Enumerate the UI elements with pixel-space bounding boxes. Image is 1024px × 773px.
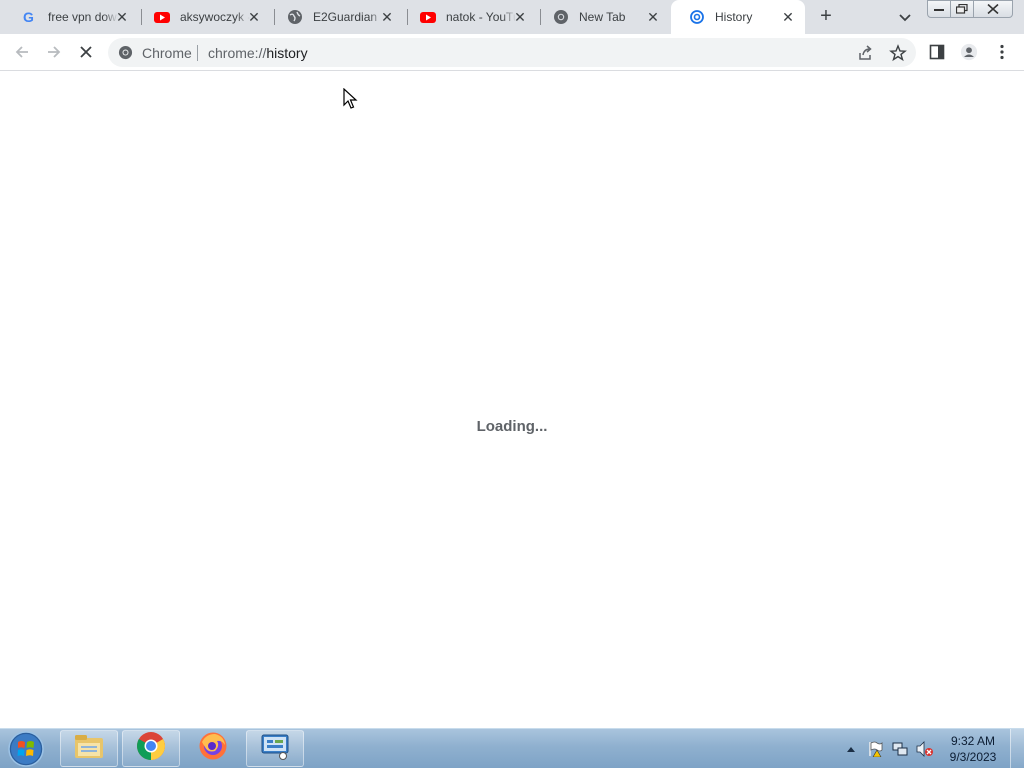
share-icon[interactable] [857, 44, 875, 62]
google-icon: G [22, 9, 38, 25]
bookmark-star-icon[interactable] [889, 44, 907, 62]
tab-history[interactable]: History ✕ [671, 0, 805, 34]
youtube-icon [154, 9, 170, 25]
minimize-button[interactable] [927, 0, 951, 18]
tab-title: History [715, 10, 753, 24]
url-text[interactable]: chrome://history [208, 45, 308, 61]
taskbar: 9:32 AM 9/3/2023 [0, 728, 1024, 769]
youtube-icon [420, 9, 436, 25]
back-button[interactable] [12, 42, 32, 62]
close-tab-icon[interactable]: ✕ [380, 10, 394, 24]
side-panel-icon[interactable] [928, 43, 946, 61]
forward-button[interactable] [44, 42, 64, 62]
firefox-icon [198, 731, 228, 766]
profile-avatar-icon[interactable] [960, 43, 978, 61]
tab-title: E2Guardian [313, 10, 378, 24]
close-tab-icon[interactable]: ✕ [781, 10, 795, 24]
close-window-button[interactable] [973, 0, 1013, 18]
taskbar-chrome[interactable] [122, 730, 180, 767]
close-tab-icon[interactable]: ✕ [646, 10, 660, 24]
tab-title: natok - YouTube [446, 10, 516, 24]
menu-kebab-icon[interactable] [993, 43, 1011, 61]
action-center-flag-icon[interactable] [868, 741, 884, 757]
history-icon [689, 9, 705, 25]
globe-icon [287, 9, 303, 25]
window-controls [927, 0, 1013, 18]
close-tab-icon[interactable]: ✕ [115, 10, 129, 24]
taskbar-clock[interactable]: 9:32 AM 9/3/2023 [944, 733, 1002, 765]
clock-time: 9:32 AM [950, 734, 996, 748]
close-tab-icon[interactable]: ✕ [247, 10, 261, 24]
system-tray [844, 729, 934, 769]
tab-title: free vpn download [48, 10, 118, 24]
chrome-icon [136, 731, 166, 766]
mouse-cursor-icon [343, 87, 359, 110]
tab-e2guardian[interactable]: E2Guardian ✕ [269, 0, 404, 34]
network-icon[interactable] [892, 741, 908, 757]
tab-free-vpn[interactable]: G free vpn download ✕ [4, 0, 139, 34]
tab-natok[interactable]: natok - YouTube ✕ [402, 0, 537, 34]
browser-toolbar: Chrome chrome://history [0, 34, 1024, 71]
tab-strip: G free vpn download ✕ aksywoczyk - YouTu… [0, 0, 1024, 34]
svg-text:G: G [23, 9, 34, 25]
volume-muted-icon[interactable] [916, 741, 934, 757]
omnibox-divider [197, 45, 198, 61]
restore-button[interactable] [950, 0, 974, 18]
folder-icon [73, 732, 105, 765]
show-hidden-icons-arrow-icon[interactable] [844, 742, 858, 756]
address-bar[interactable]: Chrome chrome://history [108, 38, 916, 67]
clock-date: 9/3/2023 [949, 750, 997, 764]
tab-search-chevron-icon[interactable] [896, 8, 914, 26]
taskbar-file-explorer[interactable] [60, 730, 118, 767]
new-tab-button[interactable]: + [815, 6, 837, 28]
stop-loading-button[interactable] [76, 42, 96, 62]
close-tab-icon[interactable]: ✕ [513, 10, 527, 24]
start-button[interactable] [6, 730, 46, 768]
tab-new-tab[interactable]: New Tab ✕ [535, 0, 670, 34]
control-panel-icon [259, 732, 291, 765]
chrome-icon [553, 9, 569, 25]
loading-text: Loading... [476, 418, 548, 435]
tab-title: aksywoczyk - YouTube [180, 10, 250, 24]
chrome-icon [118, 45, 133, 60]
page-content: Loading... [0, 71, 1024, 728]
show-desktop-button[interactable] [1010, 729, 1024, 769]
taskbar-firefox[interactable] [184, 730, 242, 767]
url-scheme: chrome:// [208, 45, 267, 61]
taskbar-control-panel[interactable] [246, 730, 304, 767]
tab-title: New Tab [579, 10, 626, 24]
site-chip-label[interactable]: Chrome [142, 45, 192, 61]
tab-aksywoczyk[interactable]: aksywoczyk - YouTube ✕ [136, 0, 271, 34]
url-host: history [266, 45, 308, 61]
